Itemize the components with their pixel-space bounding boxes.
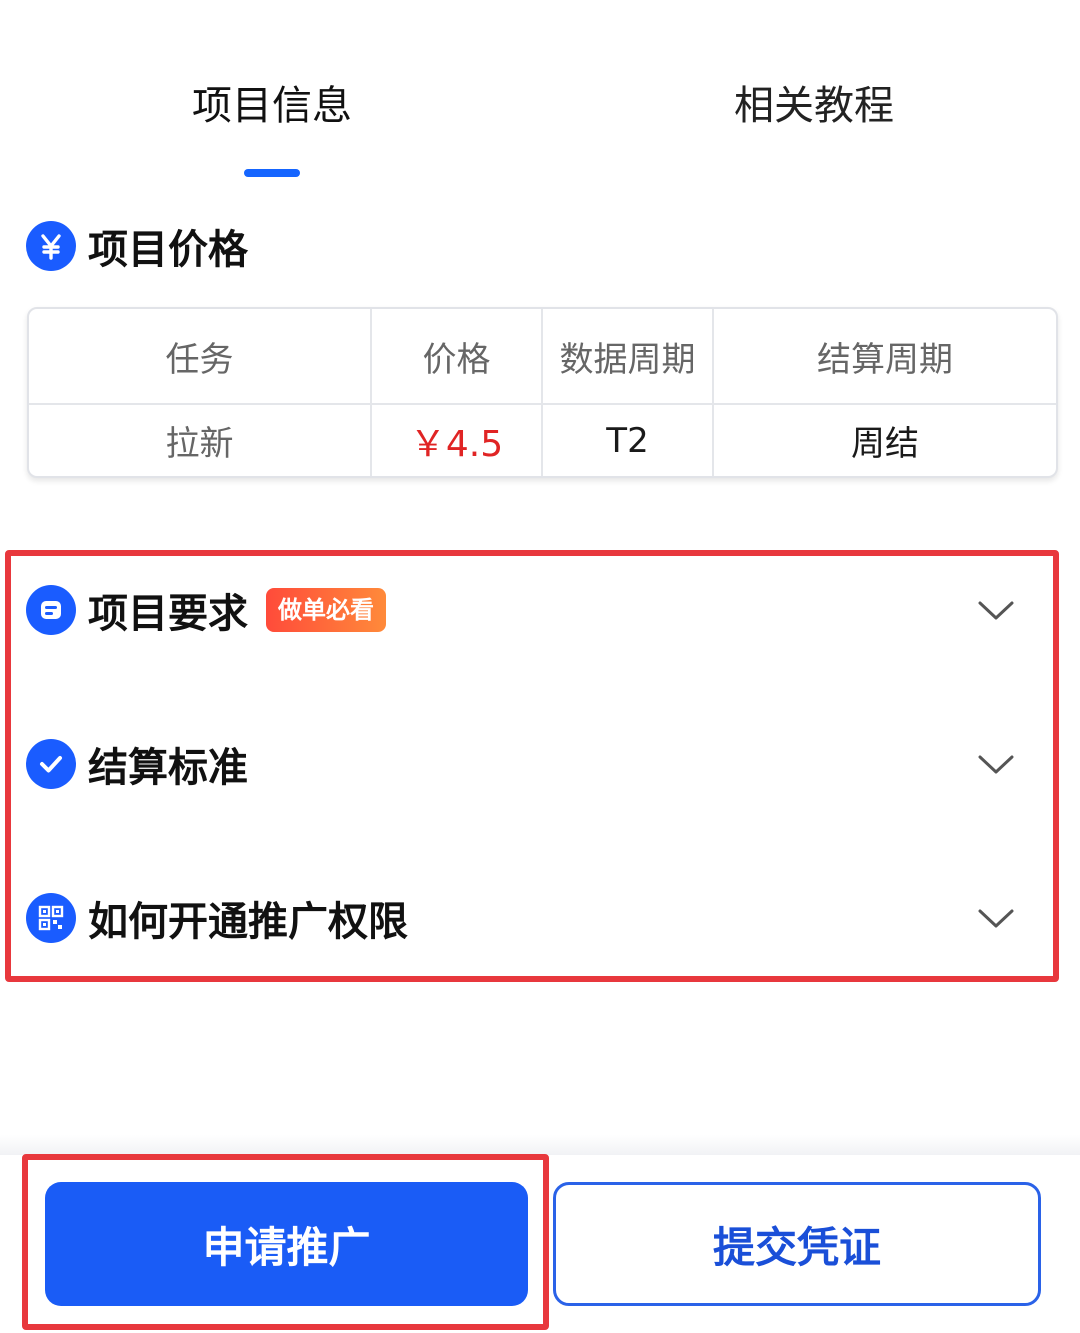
bottom-bar-divider bbox=[0, 1135, 1080, 1155]
qr-icon bbox=[26, 893, 76, 943]
chevron-down-icon[interactable] bbox=[976, 592, 1016, 628]
chevron-down-icon[interactable] bbox=[976, 900, 1016, 936]
price-table: 任务 价格 数据周期 结算周期 拉新 ￥4.5 T2 周结 bbox=[27, 307, 1058, 478]
must-read-badge: 做单必看 bbox=[266, 588, 386, 632]
section-header-price: 项目价格 bbox=[26, 216, 248, 276]
section-project-requirements[interactable]: 项目要求 做单必看 bbox=[26, 580, 1026, 640]
section-title-requirements: 项目要求 bbox=[88, 591, 248, 637]
check-icon bbox=[26, 739, 76, 789]
tab-tutorials[interactable]: 相关教程 bbox=[700, 78, 928, 134]
section-settlement-standard[interactable]: 结算标准 bbox=[26, 734, 1026, 794]
table-header-data-period: 数据周期 bbox=[543, 309, 714, 403]
submit-proof-button[interactable]: 提交凭证 bbox=[553, 1182, 1041, 1306]
section-how-to-enable-promotion[interactable]: 如何开通推广权限 bbox=[26, 888, 1026, 948]
tab-project-info[interactable]: 项目信息 bbox=[150, 78, 394, 134]
yen-icon bbox=[26, 221, 76, 271]
table-header-row: 任务 价格 数据周期 结算周期 bbox=[29, 309, 1056, 405]
table-header-price: 价格 bbox=[372, 309, 543, 403]
table-header-settle-period: 结算周期 bbox=[817, 339, 953, 380]
section-title-settlement: 结算标准 bbox=[88, 745, 248, 791]
table-cell-price: ￥4.5 bbox=[372, 405, 543, 476]
chevron-down-icon[interactable] bbox=[976, 746, 1016, 782]
table-cell-data-period: T2 bbox=[543, 405, 714, 476]
table-header-task: 任务 bbox=[29, 309, 372, 403]
list-icon bbox=[26, 585, 76, 635]
active-tab-indicator bbox=[244, 169, 300, 177]
page: 项目信息 相关教程 项目价格 任务 价格 数据周期 结算周期 拉新 ￥4.5 T… bbox=[0, 0, 1080, 1333]
section-title-permission: 如何开通推广权限 bbox=[88, 899, 408, 945]
table-row: 拉新 ￥4.5 T2 周结 bbox=[29, 405, 1056, 476]
table-cell-task: 拉新 bbox=[29, 405, 372, 476]
table-cell-settle-period: 周结 bbox=[851, 424, 919, 464]
apply-promotion-button[interactable]: 申请推广 bbox=[45, 1182, 528, 1306]
section-title-price: 项目价格 bbox=[88, 227, 248, 273]
